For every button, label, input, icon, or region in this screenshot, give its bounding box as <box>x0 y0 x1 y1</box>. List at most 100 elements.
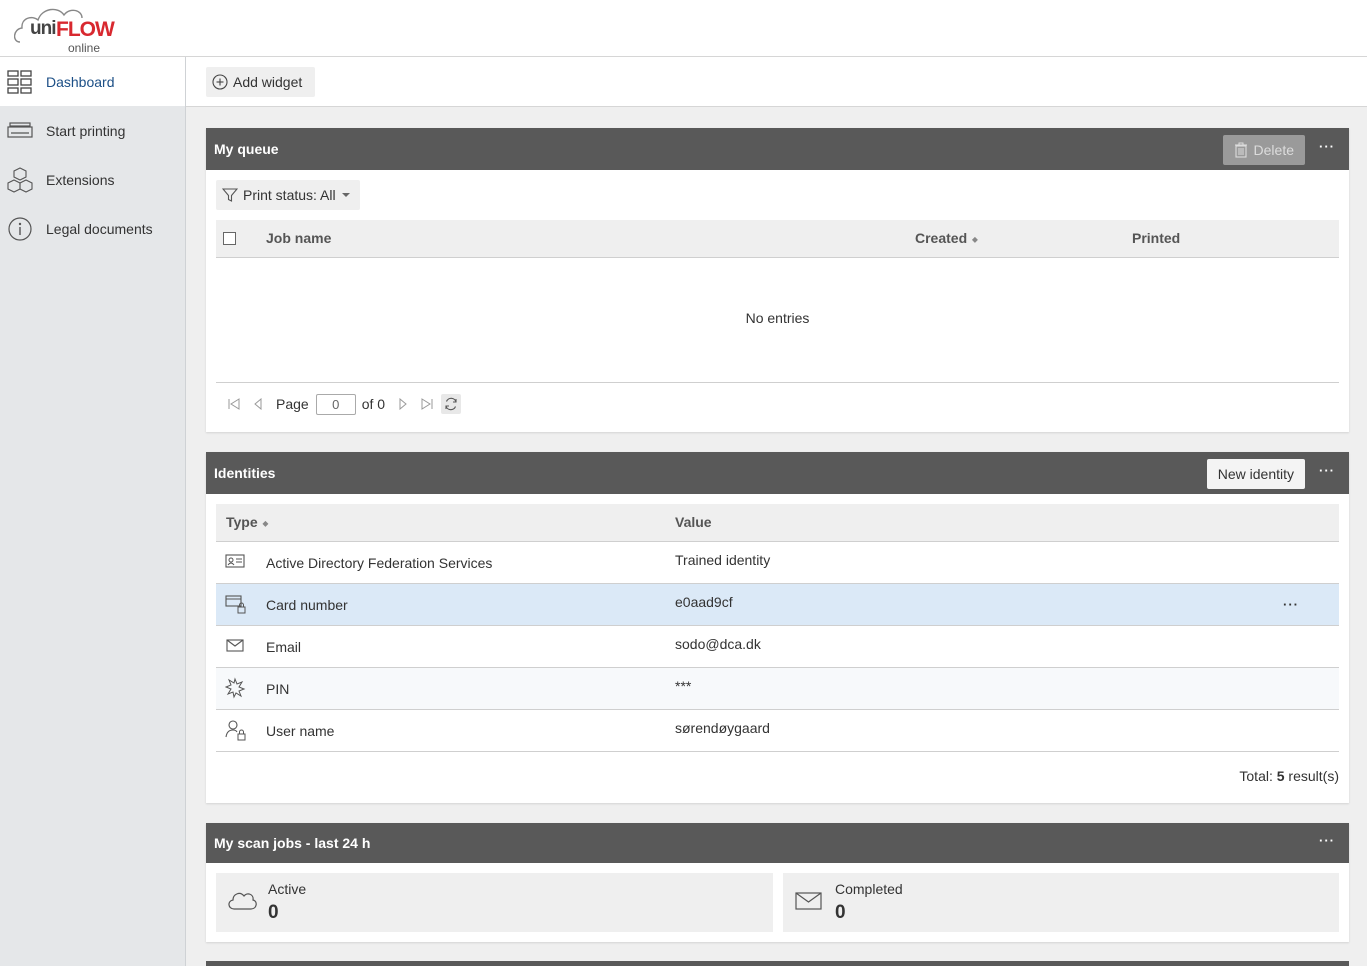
column-printed[interactable]: Printed <box>1132 220 1180 257</box>
card-lock-icon <box>225 595 246 614</box>
column-value[interactable]: Value <box>675 504 712 541</box>
dashboard-toolbar: Add widget <box>186 57 1367 107</box>
sidebar: Dashboard Start printing Extensions Lega… <box>0 57 186 966</box>
widget-title: My queue <box>214 141 279 157</box>
top-bar: uni FLOW online <box>0 0 1367 57</box>
logo-flow-text: FLOW <box>56 18 115 41</box>
cloud-icon <box>228 892 257 910</box>
plus-circle-icon <box>212 74 228 90</box>
table-row[interactable]: User name sørendøygaard <box>216 710 1339 752</box>
sidebar-item-legal-documents[interactable]: Legal documents <box>0 204 185 253</box>
widget-title: Identities <box>214 465 276 481</box>
table-row[interactable]: Card number e0aad9cf ··· <box>216 584 1339 626</box>
widget-more-button[interactable]: ··· <box>1315 138 1339 160</box>
first-page-button[interactable] <box>224 394 244 414</box>
identity-type: User name <box>266 723 335 739</box>
chevron-down-icon <box>341 193 350 197</box>
add-widget-button[interactable]: Add widget <box>206 67 315 97</box>
page-number-input[interactable] <box>315 393 356 415</box>
total-suffix: result(s) <box>1284 768 1339 784</box>
next-widget-header-edge <box>206 961 1349 966</box>
identity-type: Email <box>266 639 302 655</box>
user-lock-icon <box>225 720 246 741</box>
sort-icon: ⬥ <box>972 234 978 244</box>
last-page-button[interactable] <box>417 394 437 414</box>
column-type[interactable]: Type ⬥ <box>226 504 268 542</box>
table-row[interactable]: Active Directory Federation Services Tra… <box>216 542 1339 584</box>
scan-jobs-widget: My scan jobs - last 24 h ··· Active 0 Co… <box>206 823 1349 942</box>
refresh-button[interactable] <box>441 394 462 414</box>
trash-icon <box>1234 142 1247 158</box>
empty-state-text: No entries <box>745 310 810 326</box>
widget-header: My queue Delete ··· <box>206 128 1349 170</box>
next-page-button[interactable] <box>393 394 413 414</box>
delete-label: Delete <box>1253 142 1294 158</box>
widget-header: Identities New identity ··· <box>206 452 1349 494</box>
next-page-icon <box>399 398 407 410</box>
id-card-icon <box>225 554 245 568</box>
dashboard-grid-icon <box>7 70 32 94</box>
identities-table-header: Type ⬥ Value <box>216 504 1339 542</box>
column-created[interactable]: Created ⬥ <box>915 220 978 258</box>
first-page-icon <box>228 398 240 410</box>
scan-card-value: 0 <box>835 902 846 923</box>
new-identity-button[interactable]: New identity <box>1206 459 1305 489</box>
sidebar-item-label: Start printing <box>46 122 126 139</box>
printer-tray-icon <box>7 122 33 138</box>
total-results: Total: 5 result(s) <box>1239 768 1339 784</box>
prev-page-button[interactable] <box>248 394 268 414</box>
logo-online-text: online <box>68 41 101 55</box>
scan-card-label: Active <box>268 881 307 897</box>
identity-type: Active Directory Federation Services <box>266 555 493 571</box>
identity-value: *** <box>675 678 692 694</box>
scan-card-label: Completed <box>835 881 903 897</box>
new-identity-label: New identity <box>1217 466 1294 482</box>
add-widget-label: Add widget <box>233 74 303 90</box>
prev-page-icon <box>254 398 262 410</box>
cubes-icon <box>7 167 33 193</box>
page-of-label: of 0 <box>361 396 386 412</box>
table-row[interactable]: Email sodo@dca.dk <box>216 626 1339 668</box>
widget-more-button[interactable]: ··· <box>1315 832 1339 854</box>
column-type-label: Type <box>226 514 258 530</box>
identity-value: sørendøygaard <box>675 720 770 736</box>
column-job-name[interactable]: Job name <box>266 220 331 257</box>
last-page-icon <box>421 398 433 410</box>
total-prefix: Total: <box>1239 768 1277 784</box>
total-count: 5 <box>1276 768 1285 784</box>
sidebar-item-label: Dashboard <box>46 73 115 90</box>
delete-button[interactable]: Delete <box>1222 135 1305 165</box>
envelope-icon <box>795 892 822 910</box>
pagination: Page of 0 <box>224 393 465 415</box>
sidebar-item-start-printing[interactable]: Start printing <box>0 106 185 155</box>
identity-type: Card number <box>266 597 348 613</box>
scan-card-active[interactable]: Active 0 <box>216 873 773 932</box>
print-status-filter[interactable]: Print status: All <box>216 180 360 210</box>
info-circle-icon <box>8 217 32 241</box>
identities-widget: Identities New identity ··· Type ⬥ Value … <box>206 452 1349 803</box>
widget-header: My scan jobs - last 24 h ··· <box>206 823 1349 863</box>
main-content: Add widget My queue Delete ··· Print sta… <box>186 57 1367 966</box>
refresh-icon <box>445 397 457 411</box>
widget-title: My scan jobs - last 24 h <box>214 835 371 851</box>
filter-funnel-icon <box>222 188 238 202</box>
column-created-label: Created <box>915 230 968 246</box>
sidebar-item-label: Extensions <box>46 171 115 188</box>
identity-type: PIN <box>266 681 290 697</box>
queue-table-header: Job name Created ⬥ Printed <box>216 220 1339 258</box>
filter-label: Print status: All <box>243 187 336 203</box>
sidebar-item-label: Legal documents <box>46 220 153 237</box>
row-more-button[interactable]: ··· <box>1283 597 1299 612</box>
sidebar-item-extensions[interactable]: Extensions <box>0 155 185 204</box>
sort-icon: ⬥ <box>262 518 269 528</box>
identity-value: e0aad9cf <box>675 594 733 610</box>
identity-value: Trained identity <box>675 552 771 568</box>
widget-more-button[interactable]: ··· <box>1315 462 1339 484</box>
select-all-checkbox[interactable] <box>223 232 236 245</box>
sidebar-item-dashboard[interactable]: Dashboard <box>0 57 185 106</box>
identity-value: sodo@dca.dk <box>675 636 761 652</box>
uniflow-logo[interactable]: uni FLOW online <box>14 2 115 55</box>
pin-asterisk-icon <box>225 677 246 699</box>
table-row[interactable]: PIN *** <box>216 668 1339 710</box>
scan-card-completed[interactable]: Completed 0 <box>783 873 1339 932</box>
